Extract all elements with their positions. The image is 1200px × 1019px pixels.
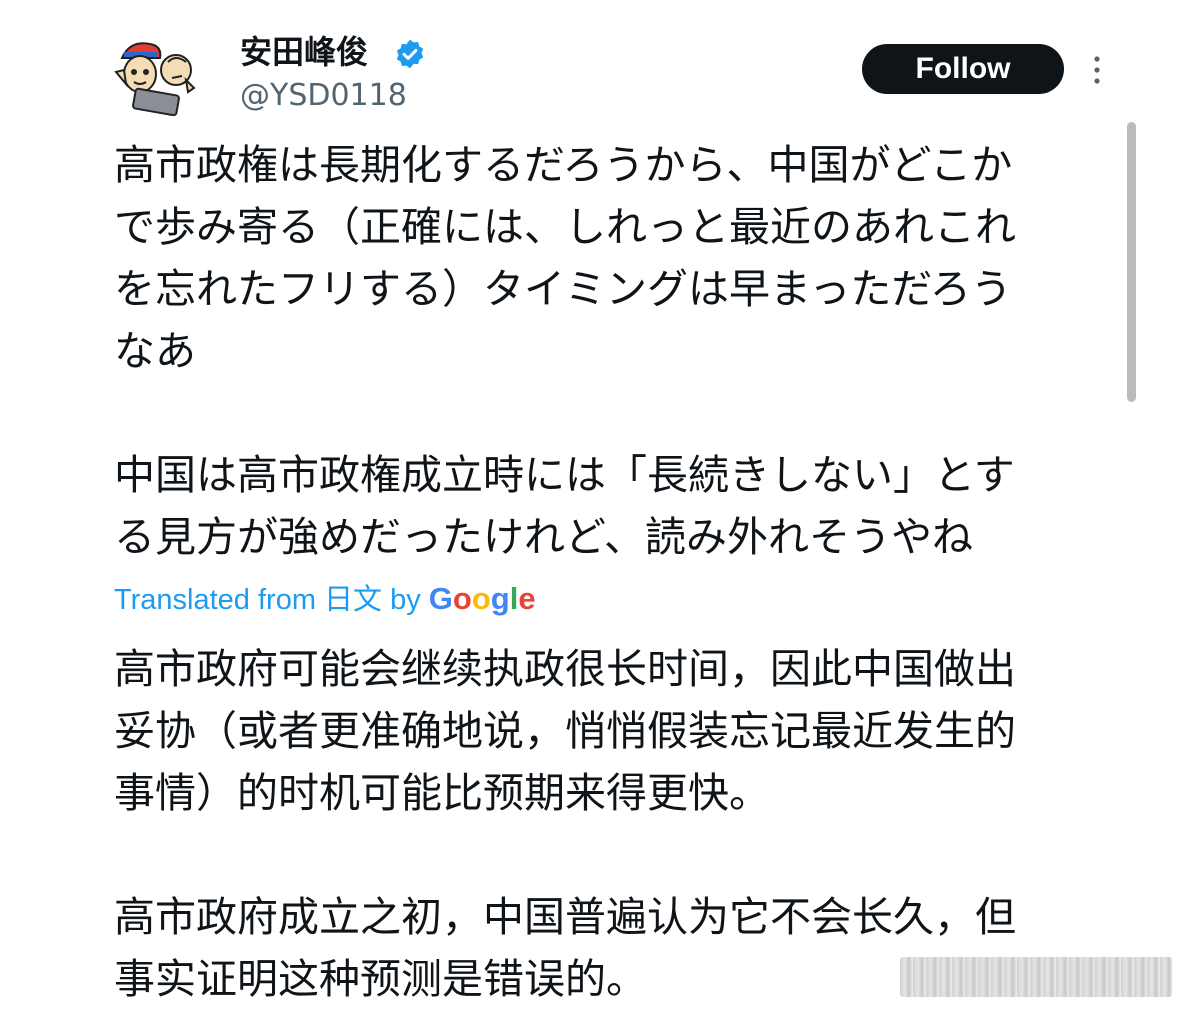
blurred-watermark: [900, 957, 1172, 997]
more-vertical-icon[interactable]: [1087, 52, 1107, 88]
google-logo: Google: [428, 581, 536, 616]
translation-prefix: Translated from 日文 by: [114, 584, 429, 616]
tweet-original-text: 高市政権は長期化するだろうから、中国がどこか で歩み寄る（正確には、しれっと最近…: [114, 141, 1016, 561]
author-handle[interactable]: @YSD0118: [240, 76, 407, 116]
tweet-translated-text: 高市政府可能会继续执政很长时间，因此中国做出 妥协（或者更准确地说，悄悄假装忘记…: [114, 645, 1016, 1003]
translation-attribution: Translated from 日文 by Google: [114, 580, 536, 619]
scrollbar-thumb[interactable]: [1127, 122, 1136, 402]
verified-badge-icon: [396, 39, 424, 69]
follow-button[interactable]: Follow: [862, 44, 1064, 94]
cartoon-avatar-icon: [114, 42, 196, 117]
author-display-name[interactable]: 安田峰俊: [240, 30, 368, 74]
avatar[interactable]: [106, 36, 198, 117]
